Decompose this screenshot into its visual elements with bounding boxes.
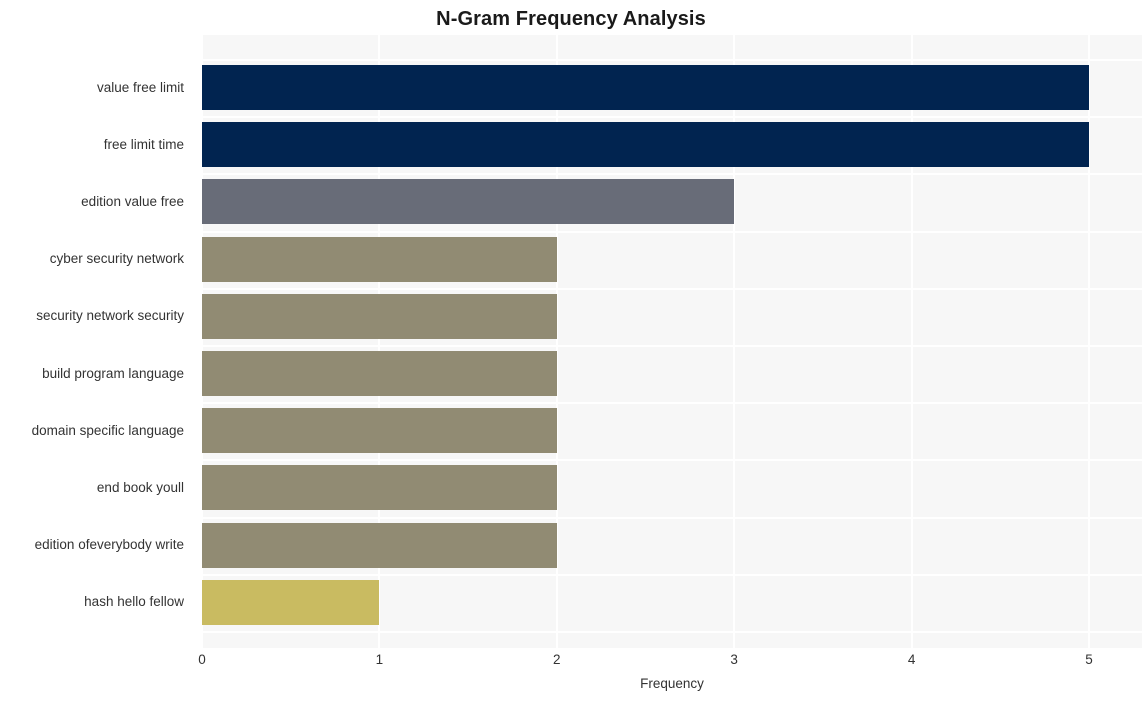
horizontal-gridline bbox=[202, 230, 1142, 233]
bar[interactable] bbox=[202, 293, 557, 339]
x-axis-tick-label: 0 bbox=[198, 652, 206, 667]
horizontal-gridline bbox=[202, 345, 1142, 347]
bar[interactable] bbox=[202, 351, 557, 396]
bar[interactable] bbox=[202, 65, 1089, 110]
horizontal-gridline bbox=[202, 287, 1142, 290]
x-axis-tick-label: 2 bbox=[553, 652, 561, 667]
y-axis-tick-label: end book youll bbox=[96, 479, 184, 495]
y-axis-tick-label: value free limit bbox=[96, 79, 184, 95]
horizontal-gridline bbox=[202, 59, 1142, 61]
bar[interactable] bbox=[202, 465, 557, 511]
x-axis-tick-label: 4 bbox=[907, 652, 916, 667]
y-axis-tick-label: free limit time bbox=[103, 136, 184, 152]
horizontal-gridline bbox=[202, 573, 1142, 576]
horizontal-gridline bbox=[202, 459, 1142, 462]
bar[interactable] bbox=[202, 179, 735, 225]
chart-figure: N-Gram Frequency Analysis value free lim… bbox=[0, 0, 1142, 701]
y-axis-tick-label: edition ofeverybody write bbox=[34, 537, 184, 553]
x-axis-tick-label: 1 bbox=[375, 652, 384, 667]
y-axis-tick-label: security network security bbox=[36, 308, 184, 324]
bar[interactable] bbox=[202, 408, 557, 454]
bar[interactable] bbox=[202, 579, 380, 625]
horizontal-gridline bbox=[202, 116, 1142, 119]
y-axis-tick-label: domain specific language bbox=[31, 422, 184, 438]
x-axis-tick-label: 3 bbox=[730, 652, 738, 667]
horizontal-gridline bbox=[202, 173, 1142, 176]
x-axis-tick-label: 5 bbox=[1085, 652, 1093, 667]
bar[interactable] bbox=[202, 522, 557, 568]
y-axis-tick-label: edition value free bbox=[81, 193, 184, 209]
bar[interactable] bbox=[202, 122, 1089, 168]
y-axis-tick-label: hash hello fellow bbox=[84, 594, 184, 610]
plot-area bbox=[202, 35, 1142, 648]
bar[interactable] bbox=[202, 236, 557, 282]
y-axis-tick-label: cyber security network bbox=[49, 251, 184, 267]
page-title: N-Gram Frequency Analysis bbox=[436, 8, 706, 30]
y-axis-tick-label: build program language bbox=[42, 365, 184, 381]
x-axis-label: Frequency bbox=[640, 676, 704, 691]
horizontal-gridline bbox=[202, 631, 1142, 633]
horizontal-gridline bbox=[202, 402, 1142, 405]
horizontal-gridline bbox=[202, 516, 1142, 519]
